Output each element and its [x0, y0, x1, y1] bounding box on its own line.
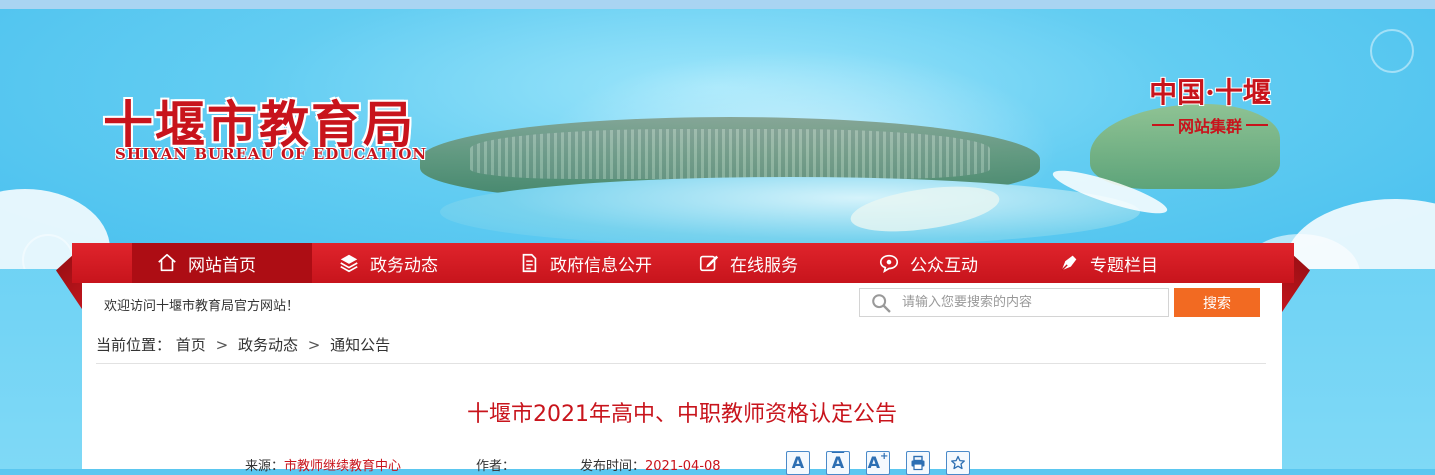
edit-icon [699, 255, 719, 272]
header-banner: 十堰市教育局 SHIYAN BUREAU OF EDUCATION 中国·十堰 … [0, 9, 1435, 269]
source-label: 来源： [245, 459, 285, 474]
breadcrumb-separator: > [215, 336, 229, 354]
nav-item-online-service[interactable]: 在线服务 [698, 243, 798, 283]
main-navigation: 网站首页 政务动态 政府信息公开 在线服务 公众互动 专题栏目 [72, 243, 1294, 283]
river-water [440, 177, 1140, 247]
divider-rule [1246, 124, 1268, 126]
nav-item-special-topics[interactable]: 专题栏目 [1058, 243, 1158, 283]
site-subtitle: SHIYAN BUREAU OF EDUCATION [115, 145, 428, 163]
home-icon [158, 253, 176, 272]
font-decrease-button[interactable]: A [826, 451, 850, 475]
nav-item-label: 在线服务 [730, 255, 798, 276]
font-increase-glyph: A [867, 453, 880, 472]
favorite-button[interactable] [946, 451, 970, 475]
breadcrumb-prefix: 当前位置： [96, 336, 172, 354]
search-box[interactable] [859, 288, 1169, 317]
search-input[interactable] [900, 294, 1164, 311]
nav-item-label: 政务动态 [370, 255, 438, 276]
content-area: 欢迎访问十堰市教育局官方网站！ 搜索 当前位置： 首页 > 政务动态 > 通知公… [82, 283, 1282, 475]
date-label: 发布时间： [580, 459, 646, 474]
nav-item-label: 政府信息公开 [550, 255, 652, 276]
search-icon [872, 293, 891, 312]
breadcrumb-news-link[interactable]: 政务动态 [238, 336, 298, 354]
font-normal-button[interactable]: A [786, 451, 810, 475]
site-group-title: 中国·十堰 [1149, 76, 1271, 109]
font-increase-button[interactable]: A + [866, 451, 890, 475]
plus-icon: + [880, 451, 889, 462]
nav-item-label: 公众互动 [910, 255, 978, 276]
document-icon [522, 253, 537, 273]
nav-item-label: 专题栏目 [1090, 255, 1158, 276]
pen-icon [1061, 255, 1077, 271]
article-title: 十堰市2021年高中、中职教师资格认定公告 [467, 402, 897, 427]
divider-rule [1151, 124, 1174, 126]
nav-item-news[interactable]: 政务动态 [338, 243, 438, 283]
nav-item-info-disclosure[interactable]: 政府信息公开 [518, 243, 652, 283]
breadcrumb-separator: > [307, 336, 321, 354]
print-button[interactable] [906, 451, 930, 475]
decorative-bubble [1370, 29, 1414, 73]
source-value: 市教师继续教育中心 [284, 459, 402, 474]
site-group-subtitle: 网站集群 [1135, 113, 1285, 137]
article-author: 作者： [476, 455, 515, 474]
breadcrumb-divider [96, 363, 1266, 364]
author-label: 作者： [476, 459, 516, 474]
site-group-logo[interactable]: 中国·十堰 网站集群 [1135, 71, 1285, 137]
top-bar [0, 0, 1435, 9]
chat-icon [879, 254, 899, 273]
nav-item-interaction[interactable]: 公众互动 [878, 243, 978, 283]
layers-icon [340, 254, 358, 273]
article-source: 来源：市教师继续教育中心 [245, 455, 401, 474]
font-decrease-glyph: A [831, 453, 845, 472]
breadcrumb-home-link[interactable]: 首页 [176, 336, 206, 354]
nav-item-label: 网站首页 [188, 255, 256, 276]
article-date: 发布时间：2021-04-08 [580, 455, 721, 474]
city-buildings [470, 129, 990, 179]
date-value: 2021-04-08 [645, 459, 721, 474]
site-group-subtitle-text: 网站集群 [1177, 117, 1242, 136]
font-normal-glyph: A [791, 453, 805, 472]
breadcrumb-notices-link[interactable]: 通知公告 [330, 336, 390, 354]
search-button[interactable]: 搜索 [1174, 288, 1260, 317]
nav-item-home[interactable]: 网站首页 [132, 243, 312, 283]
breadcrumb: 当前位置： 首页 > 政务动态 > 通知公告 [96, 334, 390, 355]
welcome-text: 欢迎访问十堰市教育局官方网站！ [104, 299, 300, 314]
